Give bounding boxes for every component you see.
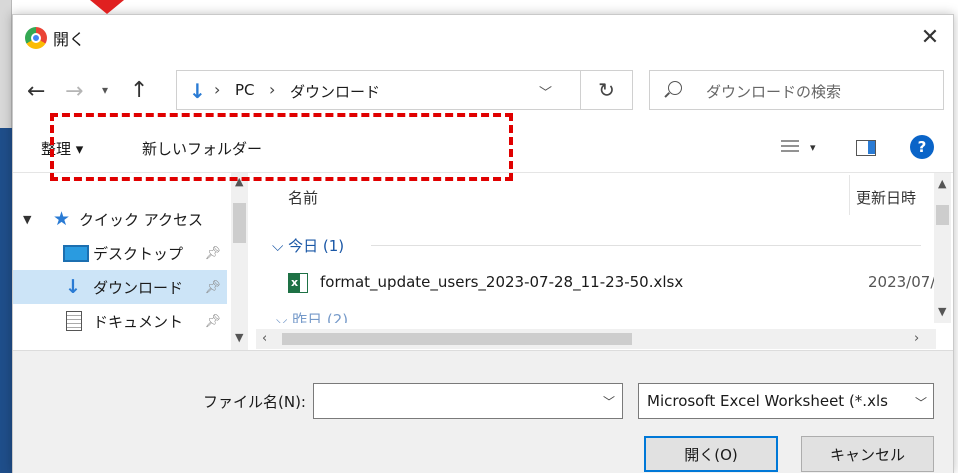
search-input[interactable]: ダウンロードの検索 xyxy=(649,70,944,110)
sidebar-item-desktop[interactable]: デスクトップ 📌︎ xyxy=(13,236,227,270)
view-options-icon[interactable] xyxy=(781,140,799,154)
title-bar: 開く ✕ xyxy=(13,15,953,57)
chrome-icon xyxy=(25,27,47,49)
open-file-dialog: 開く ✕ ← → ▾ ↑ ↓ › PC › ダウンロード ﹀ ↻ ダウンロードの… xyxy=(12,14,954,473)
expand-chevron-icon[interactable]: ▼ xyxy=(23,213,31,226)
file-date: 2023/07/ xyxy=(868,273,936,291)
sidebar-item-label: ダウンロード xyxy=(93,278,184,297)
pin-icon: 📌︎ xyxy=(204,279,221,295)
cancel-button[interactable]: キャンセル xyxy=(801,436,934,472)
group-label: 昨日 (2) xyxy=(292,311,349,323)
sidebar-item-label: クイック アクセス xyxy=(79,210,204,229)
sidebar-item-downloads[interactable]: ↓ ダウンロード 📌︎ xyxy=(13,270,227,304)
filename-input[interactable] xyxy=(313,383,623,419)
file-name: format_update_users_2023-07-28_11-23-50.… xyxy=(320,273,684,291)
sidebar-item-label: デスクトップ xyxy=(93,244,184,263)
star-icon: ★ xyxy=(53,208,71,230)
sidebar-item-quick-access[interactable]: ▼ ★ クイック アクセス xyxy=(13,202,227,236)
up-arrow-icon[interactable]: ↑ xyxy=(130,78,148,103)
breadcrumb-downloads[interactable]: ダウンロード xyxy=(290,81,380,102)
filename-dropdown-chevron-icon[interactable]: ﹀ xyxy=(603,393,615,410)
scroll-left-icon[interactable]: ‹ xyxy=(262,331,267,346)
desktop-icon xyxy=(63,244,89,262)
scroll-thumb[interactable] xyxy=(233,203,246,243)
group-header-today[interactable]: ⌵ 今日 (1) xyxy=(272,235,344,256)
back-arrow-icon[interactable]: ← xyxy=(27,79,45,104)
navigation-scrollbar[interactable]: ▲ ▼ xyxy=(231,173,248,351)
sidebar-item-documents[interactable]: ドキュメント 📌︎ xyxy=(13,304,227,338)
column-header-date[interactable]: 更新日時 xyxy=(856,187,916,208)
annotation-arrow xyxy=(90,0,124,14)
refresh-icon: ↻ xyxy=(598,78,615,102)
column-header-name[interactable]: 名前 xyxy=(288,187,318,208)
download-icon: ↓ xyxy=(65,276,81,298)
breadcrumb-pc[interactable]: PC xyxy=(235,81,255,99)
group-header-yesterday[interactable]: ⌵ 昨日 (2) xyxy=(276,309,348,323)
breadcrumb-separator-icon[interactable]: › xyxy=(269,80,275,99)
filetype-select[interactable]: Microsoft Excel Worksheet (*.xls ﹀ xyxy=(638,383,934,419)
excel-file-icon xyxy=(288,273,308,293)
recent-locations-chevron-icon[interactable]: ▾ xyxy=(102,83,108,97)
scroll-thumb[interactable] xyxy=(282,333,632,345)
file-row[interactable]: format_update_users_2023-07-28_11-23-50.… xyxy=(278,265,948,301)
file-list-horizontal-scrollbar[interactable]: ‹ › xyxy=(256,329,936,349)
filename-label: ファイル名(N): xyxy=(203,393,306,411)
group-divider xyxy=(371,245,921,246)
scroll-right-icon[interactable]: › xyxy=(914,331,919,346)
open-button[interactable]: 開く(O) xyxy=(644,436,778,472)
pin-icon: 📌︎ xyxy=(204,313,221,329)
help-icon[interactable]: ? xyxy=(910,135,934,159)
dialog-title: 開く xyxy=(53,30,86,49)
navigation-pane: ▼ ★ クイック アクセス デスクトップ 📌︎ ↓ ダウンロード 📌︎ ドキュメ… xyxy=(13,172,256,351)
column-divider[interactable] xyxy=(849,175,850,215)
pin-icon: 📌︎ xyxy=(204,245,221,261)
close-icon: ✕ xyxy=(920,24,940,50)
view-dropdown-chevron-icon[interactable]: ▾ xyxy=(810,141,816,154)
file-list-pane: 名前 更新日時 ⌵ 今日 (1) format_update_users_202… xyxy=(256,172,953,350)
address-bar[interactable]: ↓ › PC › ダウンロード ﹀ xyxy=(176,70,581,110)
filetype-selected-value: Microsoft Excel Worksheet (*.xls xyxy=(647,392,888,410)
scroll-down-icon[interactable]: ▼ xyxy=(235,331,243,344)
background-window-strip xyxy=(0,0,12,473)
group-label: 今日 (1) xyxy=(288,237,345,255)
address-dropdown-chevron-icon[interactable]: ﹀ xyxy=(539,82,552,101)
preview-pane-icon[interactable] xyxy=(856,140,876,156)
sidebar-item-label: ドキュメント xyxy=(93,312,184,331)
search-icon xyxy=(668,81,682,95)
download-folder-icon: ↓ xyxy=(189,79,206,103)
document-icon xyxy=(66,311,82,331)
search-placeholder: ダウンロードの検索 xyxy=(706,83,842,101)
scroll-up-icon[interactable]: ▲ xyxy=(938,177,946,190)
scroll-down-icon[interactable]: ▼ xyxy=(938,305,946,318)
file-list-vertical-scrollbar[interactable]: ▲ ▼ xyxy=(934,173,951,323)
background-window-accent xyxy=(0,128,12,473)
filetype-dropdown-chevron-icon: ﹀ xyxy=(911,394,927,411)
annotation-highlight-box xyxy=(50,113,513,181)
forward-arrow-icon[interactable]: → xyxy=(65,79,83,104)
dialog-footer: ファイル名(N): ﹀ Microsoft Excel Worksheet (*… xyxy=(13,350,953,473)
close-button[interactable]: ✕ xyxy=(907,21,953,53)
refresh-button[interactable]: ↻ xyxy=(581,70,633,110)
scroll-thumb[interactable] xyxy=(936,205,949,225)
breadcrumb-separator-icon[interactable]: › xyxy=(214,80,220,99)
